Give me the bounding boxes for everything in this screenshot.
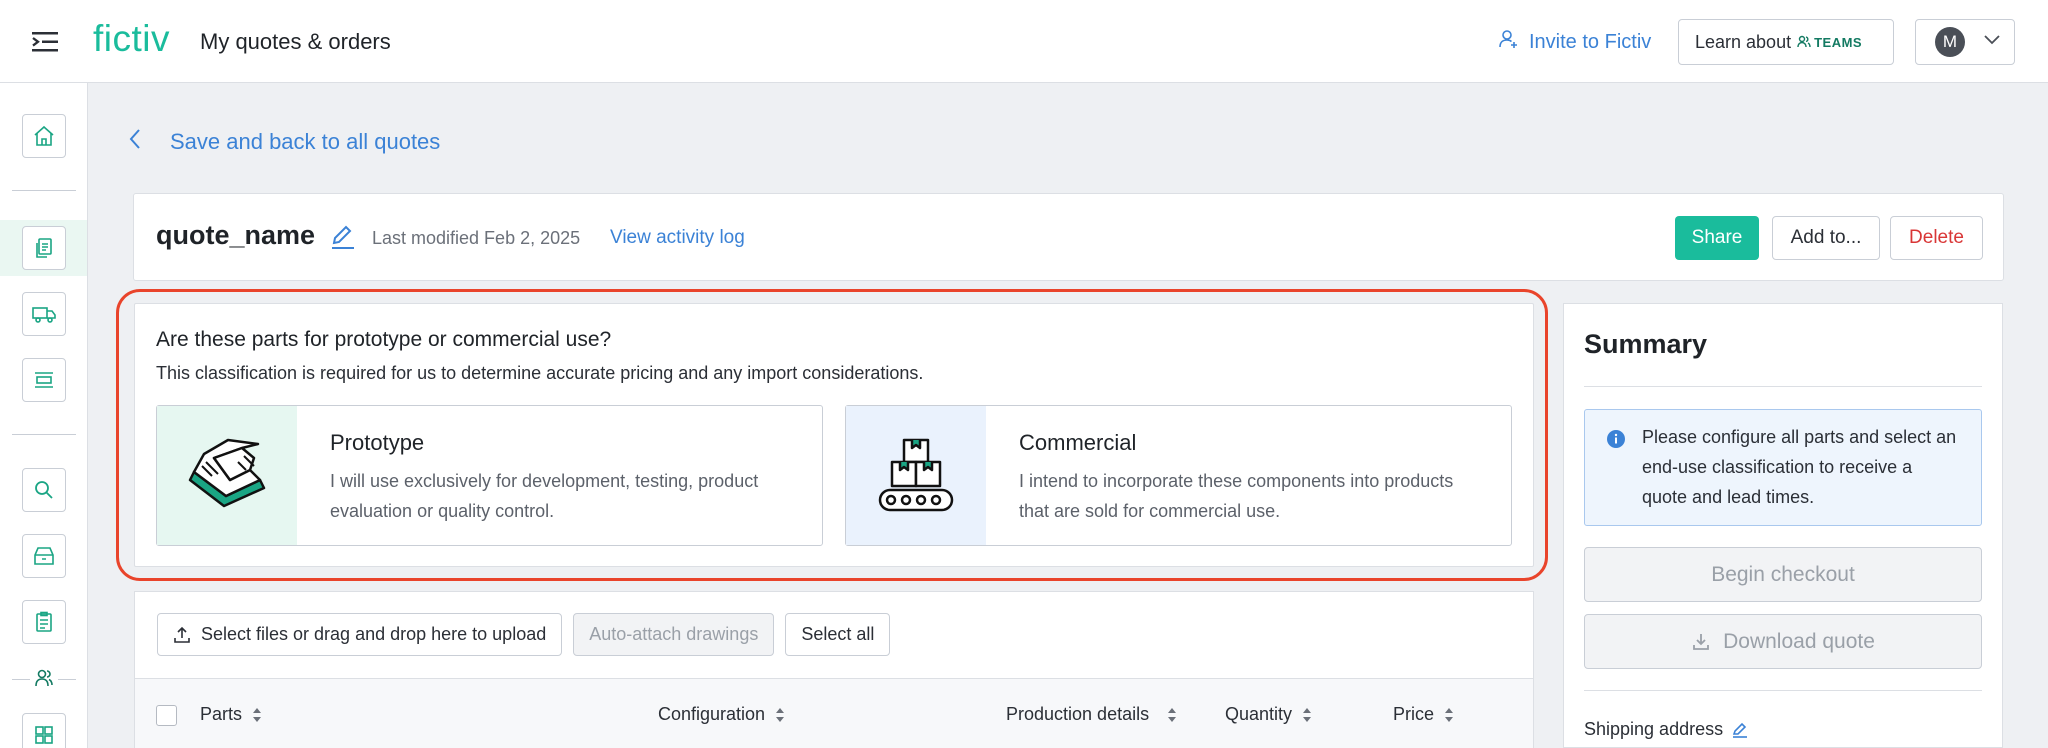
sidebar-item-apps[interactable] (22, 713, 66, 748)
edit-name-icon[interactable] (329, 223, 357, 256)
invite-user-icon (1497, 28, 1519, 56)
shipping-address: Shipping address (1584, 719, 1749, 740)
stack-icon (35, 372, 53, 388)
select-all-button[interactable]: Select all (785, 613, 891, 656)
share-button[interactable]: Share (1675, 216, 1759, 260)
col-quantity[interactable]: Quantity (1225, 704, 1312, 725)
summary-panel: Summary Please configure all parts and s… (1563, 303, 2003, 748)
quote-name: quote_name (156, 220, 316, 250)
avatar: M (1935, 27, 1965, 57)
team-icon[interactable] (34, 668, 54, 693)
upload-icon (174, 626, 190, 643)
invite-link[interactable]: Invite to Fictiv (1497, 28, 1651, 56)
upload-button[interactable]: Select files or drag and drop here to up… (157, 613, 563, 656)
edit-shipping-icon[interactable] (1731, 721, 1749, 739)
search-icon (35, 481, 53, 499)
clipboard-icon (36, 611, 52, 632)
parts-table-header: Parts Configuration Production details Q… (135, 678, 1533, 748)
sort-icon (1168, 707, 1177, 722)
sort-icon (1445, 707, 1454, 722)
learn-label: Learn about (1695, 31, 1792, 52)
back-label: Save and back to all quotes (170, 129, 441, 154)
invite-label: Invite to Fictiv (1529, 30, 1652, 53)
delete-button[interactable]: Delete (1890, 216, 1983, 260)
teams-badge: TEAMS (1797, 35, 1862, 50)
sort-icon (1303, 707, 1312, 722)
sidebar-divider (58, 679, 76, 680)
begin-checkout-button[interactable]: Begin checkout (1584, 547, 1982, 602)
sidebar-item-materials[interactable] (22, 534, 66, 578)
summary-info-text: Please configure all parts and select an… (1642, 427, 1957, 507)
sort-icon (253, 707, 262, 722)
col-production-details-label: Production details (1006, 704, 1150, 724)
chevron-left-icon (128, 128, 142, 156)
summary-divider (1584, 386, 1982, 387)
drawer-icon (34, 547, 54, 565)
sidebar-divider (12, 190, 76, 191)
auto-attach-drawings-button[interactable]: Auto-attach drawings (573, 613, 775, 656)
last-modified: Last modified Feb 2, 2025 (372, 228, 581, 248)
col-configuration-label: Configuration (658, 704, 766, 724)
col-price-label: Price (1393, 704, 1435, 724)
page-title: My quotes & orders (200, 29, 391, 54)
upload-label: Select files or drag and drop here to up… (201, 624, 547, 644)
sidebar (0, 83, 88, 748)
col-production-details[interactable]: Production details (1006, 704, 1177, 725)
info-icon (1606, 429, 1626, 454)
truck-icon (32, 307, 56, 323)
sort-icon (776, 707, 785, 722)
parts-card: Select files or drag and drop here to up… (134, 591, 1534, 748)
grid-icon (35, 726, 53, 744)
summary-info-alert: Please configure all parts and select an… (1584, 409, 1982, 526)
teams-label: TEAMS (1814, 34, 1863, 50)
download-icon (1693, 633, 1710, 650)
learn-about-teams-button[interactable]: Learn about TEAMS (1678, 19, 1894, 65)
col-quantity-label: Quantity (1225, 704, 1293, 724)
sidebar-item-inventory[interactable] (22, 358, 66, 402)
menu-toggle-icon[interactable] (30, 28, 62, 56)
sidebar-item-quotes[interactable] (22, 226, 66, 270)
back-to-quotes-link[interactable]: Save and back to all quotes (128, 128, 440, 156)
sidebar-divider (12, 679, 30, 680)
fictiv-logo[interactable]: fictiv (93, 18, 170, 60)
quote-header: quote_name Last modified Feb 2, 2025 Vie… (133, 193, 2004, 281)
classification-highlight-outline (116, 289, 1548, 581)
sidebar-item-search[interactable] (22, 468, 66, 512)
sidebar-divider (12, 434, 76, 435)
teams-icon (1797, 35, 1811, 48)
col-parts-label: Parts (200, 704, 243, 724)
sidebar-item-home[interactable] (22, 114, 66, 158)
col-parts[interactable]: Parts (200, 704, 262, 725)
add-to-button[interactable]: Add to... (1772, 216, 1880, 260)
documents-icon (36, 238, 52, 258)
col-configuration[interactable]: Configuration (658, 704, 785, 725)
select-all-checkbox[interactable] (156, 705, 177, 726)
shipping-label: Shipping address (1584, 719, 1724, 739)
summary-title: Summary (1584, 329, 1708, 359)
view-activity-log-link[interactable]: View activity log (610, 227, 745, 249)
download-label: Download quote (1723, 629, 1875, 653)
account-menu-button[interactable]: M (1915, 19, 2015, 65)
download-quote-button[interactable]: Download quote (1584, 614, 1982, 669)
top-bar: fictiv My quotes & orders Invite to Fict… (0, 0, 2048, 83)
home-icon (34, 125, 54, 146)
summary-divider (1584, 690, 1982, 691)
parts-toolbar: Select files or drag and drop here to up… (157, 613, 891, 656)
col-price[interactable]: Price (1393, 704, 1454, 725)
sidebar-item-orders[interactable] (22, 292, 66, 336)
sidebar-item-reports[interactable] (22, 600, 66, 644)
chevron-down-icon (1983, 33, 2001, 51)
